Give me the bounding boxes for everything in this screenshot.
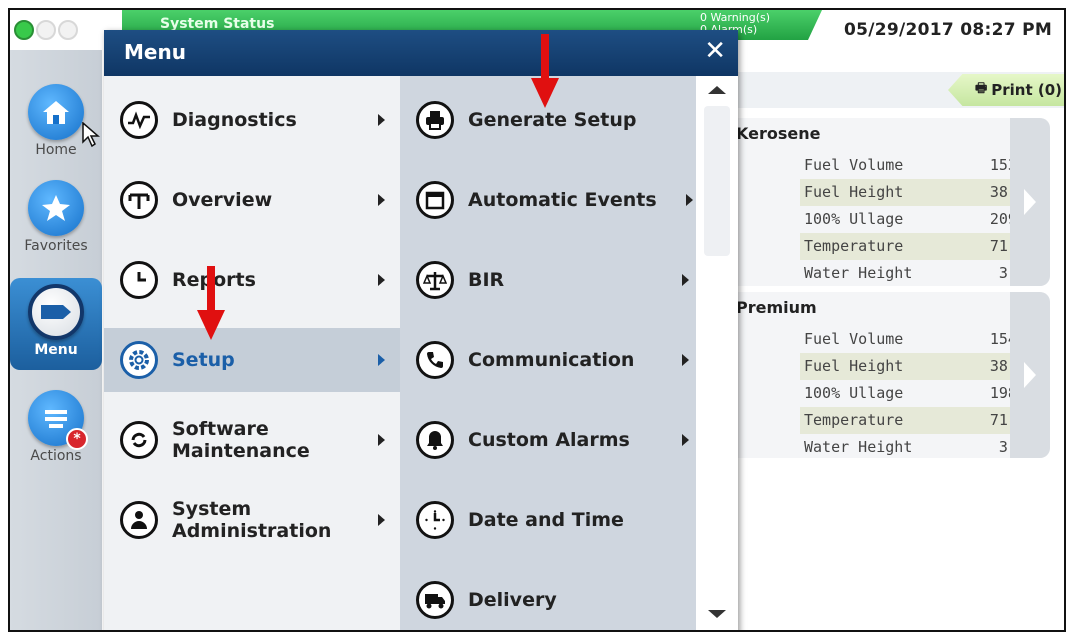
menu-item-label: Custom Alarms — [468, 429, 630, 451]
window-controls — [14, 20, 78, 40]
overview-icon — [120, 181, 158, 219]
scroll-up-icon[interactable] — [708, 86, 726, 94]
printer-icon — [416, 101, 454, 139]
nav-favorites[interactable]: Favorites — [10, 180, 102, 254]
menu-item-label: Delivery — [468, 589, 557, 611]
tank-card-premium[interactable]: Premium Fuel Volume 1541 Fuel Height 38.6 … — [736, 292, 1050, 458]
table-row: Water Height3.0 — [804, 264, 1026, 282]
menu-item-reports[interactable]: Reports — [120, 248, 390, 312]
table-row: Water Height3.0 — [804, 438, 1026, 456]
chevron-right-icon — [1024, 362, 1036, 388]
diagnostics-icon — [120, 101, 158, 139]
nav-label: Menu — [34, 342, 78, 358]
chevron-right-icon — [682, 434, 689, 446]
chevron-right-icon — [378, 354, 385, 366]
window-dot — [36, 20, 56, 40]
menu-scrollbar[interactable] — [696, 76, 738, 630]
print-label: Print (0) — [991, 81, 1062, 99]
scroll-down-icon[interactable] — [708, 610, 726, 618]
menu-item-overview[interactable]: Overview — [120, 168, 390, 232]
menu-item-bir[interactable]: BIR — [416, 248, 689, 312]
software-icon — [120, 421, 158, 459]
tank-expand-button[interactable] — [1010, 118, 1050, 286]
tank-data: Fuel Volume 1539 Fuel Height 38.6 100% Ull… — [800, 152, 1030, 287]
menu-title: Menu — [124, 40, 186, 64]
table-row: 100% Ullage 1980 — [804, 384, 1026, 402]
table-row: Fuel Volume 1539 — [804, 156, 1026, 174]
menu-item-label: Generate Setup — [468, 109, 637, 131]
print-button[interactable]: 🖶 Print (0) — [948, 74, 1064, 106]
tank-expand-button[interactable] — [1010, 292, 1050, 458]
scroll-thumb[interactable] — [704, 106, 730, 256]
menu-item-label: Overview — [172, 189, 273, 211]
table-row: 100% Ullage 2094 — [804, 210, 1026, 228]
annotation-arrow-icon — [197, 266, 225, 340]
status-light-icon — [14, 20, 34, 40]
chevron-right-icon — [682, 354, 689, 366]
calendar-icon — [416, 181, 454, 219]
menu-item-label: Date and Time — [468, 509, 624, 531]
chevron-right-icon — [1024, 189, 1036, 215]
menu-icon — [28, 284, 84, 340]
table-row: Fuel Volume 1541 — [804, 330, 1026, 348]
menu-item-setup[interactable]: Setup — [104, 328, 400, 392]
menu-item-label: System Administration — [172, 498, 332, 542]
table-row: Temperature 71.9 — [800, 233, 1030, 260]
menu-item-custom-alarms[interactable]: Custom Alarms — [416, 408, 689, 472]
truck-icon — [416, 581, 454, 619]
table-row: Temperature 71.9 — [800, 407, 1030, 434]
tank-name: Premium — [736, 298, 817, 317]
menu-header: Menu ✕ — [104, 30, 738, 76]
tank-data: Fuel Volume 1541 Fuel Height 38.6 100% Ull… — [800, 326, 1030, 461]
datetime: 05/29/2017 08:27 PM — [844, 20, 1053, 40]
alert-badge-icon: * — [66, 428, 88, 450]
chevron-right-icon — [686, 194, 693, 206]
gear-icon — [120, 341, 158, 379]
menu-item-label: Software Maintenance — [172, 418, 310, 462]
chevron-right-icon — [682, 274, 689, 286]
menu-item-label: Diagnostics — [172, 109, 297, 131]
bell-icon — [416, 421, 454, 459]
menu-item-delivery[interactable]: Delivery — [416, 568, 686, 630]
menu-item-communication[interactable]: Communication — [416, 328, 689, 392]
app-window: System Status 0 Warning(s) 0 Alarm(s) 05… — [8, 8, 1066, 632]
phone-icon — [416, 341, 454, 379]
cursor-icon — [82, 122, 100, 148]
clock-icon — [416, 501, 454, 539]
home-icon — [28, 84, 84, 140]
chevron-right-icon — [378, 114, 385, 126]
table-row: Fuel Height 38.6 — [800, 353, 1030, 380]
tank-card-kerosene[interactable]: Kerosene Fuel Volume 1539 Fuel Height 38.6… — [736, 118, 1050, 286]
menu-item-label: Setup — [172, 349, 235, 371]
actions-icon: * — [28, 390, 88, 450]
chevron-right-icon — [378, 274, 385, 286]
nav-label: Favorites — [24, 238, 88, 254]
admin-icon — [120, 501, 158, 539]
close-icon[interactable]: ✕ — [704, 36, 726, 66]
chevron-right-icon — [378, 514, 385, 526]
menu-item-software-maintenance[interactable]: Software Maintenance — [120, 408, 390, 472]
nav-label: Actions — [30, 448, 82, 464]
printer-icon: 🖶 — [974, 81, 988, 96]
menu-item-automatic-events[interactable]: Automatic Events — [416, 168, 696, 232]
chevron-right-icon — [378, 434, 385, 446]
nav-actions[interactable]: * Actions — [10, 390, 102, 464]
tank-name: Kerosene — [736, 124, 821, 143]
menu-item-label: BIR — [468, 269, 505, 291]
menu-item-diagnostics[interactable]: Diagnostics — [120, 88, 390, 152]
nav-menu[interactable]: Menu — [10, 278, 102, 370]
menu-item-label: Automatic Events — [468, 189, 657, 211]
star-icon — [28, 180, 84, 236]
reports-icon — [120, 261, 158, 299]
annotation-arrow-icon — [531, 34, 559, 108]
table-row: Fuel Height 38.6 — [800, 179, 1030, 206]
menu-item-system-administration[interactable]: System Administration — [120, 488, 390, 552]
chevron-right-icon — [378, 194, 385, 206]
menu-item-label: Communication — [468, 349, 635, 371]
window-dot — [58, 20, 78, 40]
scale-icon — [416, 261, 454, 299]
menu-item-date-and-time[interactable]: Date and Time — [416, 488, 686, 552]
